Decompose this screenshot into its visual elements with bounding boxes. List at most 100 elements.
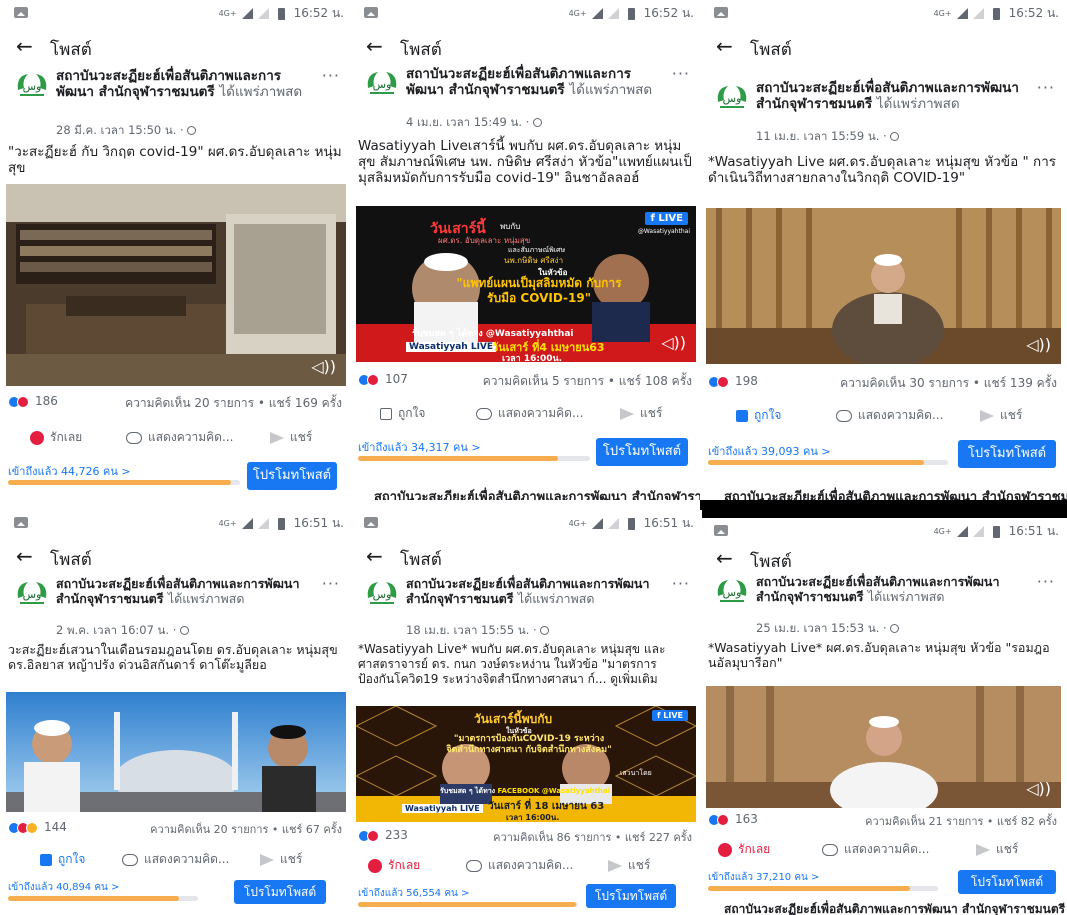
- back-arrow-icon[interactable]: ←: [16, 34, 33, 58]
- share-button[interactable]: แชร์: [980, 406, 1022, 425]
- promote-post-button[interactable]: โปรโมทโพสต์: [958, 870, 1056, 894]
- page-logo-icon[interactable]: وس: [712, 80, 752, 114]
- page-name[interactable]: สถาบันวะสะฏียะฮ์เพื่อสันติภาพและการพัฒนา…: [756, 80, 1033, 112]
- volume-icon[interactable]: ◁)): [661, 333, 686, 352]
- page-logo-icon[interactable]: وس: [12, 576, 52, 610]
- comment-button[interactable]: แสดงความคิด...: [476, 404, 583, 423]
- share-button[interactable]: แชร์: [620, 404, 662, 423]
- post-date: 25 เม.ย. เวลา 15:53 น. ·: [756, 620, 900, 638]
- post-video[interactable]: ◁)): [706, 686, 1061, 808]
- page-name[interactable]: สถาบันวะสะฏียะฮ์เพื่อสันติภาพและการพัฒนา…: [756, 574, 1033, 604]
- more-options-icon[interactable]: ···: [1037, 572, 1055, 591]
- share-button[interactable]: แชร์: [608, 856, 650, 875]
- reach-progress-bar: [358, 456, 590, 461]
- more-options-icon[interactable]: ···: [672, 64, 690, 83]
- back-arrow-icon[interactable]: ←: [716, 34, 733, 58]
- network-label: 4G+: [568, 9, 587, 18]
- comment-button[interactable]: แสดงความคิด...: [122, 850, 229, 869]
- back-arrow-icon[interactable]: ←: [716, 546, 733, 570]
- screenshot-post-5: 4G+ 16:51 น. ← โพสต์ وس สถาบันวะสะฏียะฮ์เ…: [350, 510, 702, 915]
- share-button[interactable]: แชร์: [976, 840, 1018, 859]
- gallery-icon: [714, 7, 728, 18]
- post-live-poster[interactable]: วันเสาร์นี้พบกับ ในหัวข้อ "มาตรการป้องกั…: [356, 706, 696, 822]
- poster-live-badge: f LIVE: [652, 710, 688, 721]
- react-button[interactable]: ถูกใจ: [380, 404, 425, 423]
- reaction-count[interactable]: 198: [735, 374, 758, 388]
- react-button[interactable]: รักเลย: [718, 840, 770, 859]
- promote-post-button[interactable]: โปรโมทโพสต์: [596, 438, 688, 466]
- react-button[interactable]: รักเลย: [368, 856, 420, 875]
- video-thumbnail: [706, 208, 1061, 364]
- comment-button[interactable]: แสดงความคิด...: [126, 428, 233, 447]
- comments-shares[interactable]: ความคิดเห็น 5 รายการ • แชร์ 108 ครั้ง: [483, 372, 692, 391]
- video-thumbnail: [706, 686, 1061, 808]
- reaction-count[interactable]: 144: [44, 820, 67, 834]
- react-button[interactable]: รักเลย: [30, 428, 82, 447]
- more-options-icon[interactable]: ···: [1037, 78, 1055, 97]
- reach-link[interactable]: เข้าถึงแล้ว 44,726 คน >: [8, 462, 131, 480]
- reach-progress-bar: [708, 886, 938, 891]
- page-name[interactable]: สถาบันวะสะฏียะฮ์เพื่อสันติภาพและการพัฒนา…: [406, 66, 668, 98]
- comments-shares[interactable]: ความคิดเห็น 86 รายการ • แชร์ 227 ครั้ง: [493, 828, 692, 846]
- volume-icon[interactable]: ◁)): [1026, 335, 1051, 354]
- post-date: 2 พ.ค. เวลา 16:07 น. ·: [56, 622, 190, 640]
- comments-shares[interactable]: ความคิดเห็น 30 รายการ • แชร์ 139 ครั้ง: [840, 374, 1057, 393]
- promote-post-button[interactable]: โปรโมทโพสต์: [958, 440, 1056, 468]
- page-title: โพสต์: [400, 40, 442, 60]
- reach-link[interactable]: เข้าถึงแล้ว 34,317 คน >: [358, 438, 481, 456]
- back-arrow-icon[interactable]: ←: [366, 34, 383, 58]
- promote-post-button[interactable]: โปรโมทโพสต์: [586, 884, 676, 908]
- screenshot-post-4: 4G+ 16:51 น. ← โพสต์ وس สถาบันวะสะฏียะฮ์เ…: [0, 510, 352, 915]
- comments-shares[interactable]: ความคิดเห็น 21 รายการ • แชร์ 82 ครั้ง: [865, 812, 1057, 830]
- post-video[interactable]: [6, 692, 346, 812]
- reaction-count[interactable]: 186: [35, 394, 58, 408]
- page-name[interactable]: สถาบันวะสะฏียะฮ์เพื่อสันติภาพและการพัฒนา…: [56, 576, 318, 606]
- comments-shares[interactable]: ความคิดเห็น 20 รายการ • แชร์ 169 ครั้ง: [125, 394, 342, 413]
- reach-link[interactable]: เข้าถึงแล้ว 37,210 คน >: [708, 870, 819, 885]
- app-header: ← โพสต์: [0, 540, 352, 574]
- more-options-icon[interactable]: ···: [322, 66, 340, 85]
- comment-button[interactable]: แสดงความคิด...: [466, 856, 573, 875]
- more-options-icon[interactable]: ···: [672, 574, 690, 593]
- reach-link[interactable]: เข้าถึงแล้ว 56,554 คน >: [358, 886, 469, 901]
- shared-suffix: ได้แพร่ภาพสด: [167, 591, 245, 606]
- post-video[interactable]: ◁)): [6, 184, 346, 386]
- promote-post-button[interactable]: โปรโมทโพสต์: [247, 462, 337, 490]
- gallery-icon: [364, 517, 378, 528]
- volume-icon[interactable]: ◁)): [1026, 779, 1051, 798]
- page-name[interactable]: สถาบันวะสะฏียะฮ์เพื่อสันติภาพและการพัฒนา…: [56, 68, 318, 100]
- comment-button[interactable]: แสดงความคิด...: [822, 840, 929, 859]
- react-button[interactable]: ถูกใจ: [736, 406, 781, 425]
- poster-strip-text: รับชมสด ๆ ได้ทาง FACEBOOK @Wasatiyyahtha…: [440, 787, 611, 795]
- reach-link[interactable]: เข้าถึงแล้ว 40,894 คน >: [8, 880, 119, 895]
- page-logo-icon[interactable]: وس: [362, 66, 402, 100]
- more-options-icon[interactable]: ···: [322, 574, 340, 593]
- reach-link[interactable]: เข้าถึงแล้ว 39,093 คน >: [708, 442, 831, 460]
- react-button[interactable]: ถูกใจ: [40, 850, 85, 869]
- post-date: 18 เม.ย. เวลา 15:55 น. ·: [406, 622, 550, 640]
- page-logo-icon[interactable]: وس: [362, 576, 402, 610]
- share-button[interactable]: แชร์: [260, 850, 302, 869]
- share-button[interactable]: แชร์: [270, 428, 312, 447]
- comment-button[interactable]: แสดงความคิด...: [836, 406, 943, 425]
- reach-progress-bar: [8, 896, 198, 901]
- post-live-poster[interactable]: วันเสาร์นี้ พบกับ ผศ.ดร. อับดุลเลาะ หนุ่…: [356, 206, 696, 362]
- promote-post-button[interactable]: โปรโมทโพสต์: [234, 880, 326, 904]
- page-title: โพสต์: [750, 40, 792, 60]
- comments-shares[interactable]: ความคิดเห็น 20 รายการ • แชร์ 67 ครั้ง: [150, 820, 342, 838]
- page-logo-icon[interactable]: وس: [712, 574, 752, 608]
- wifi-icon: [257, 518, 269, 529]
- wifi-icon: [972, 526, 984, 537]
- back-arrow-icon[interactable]: ←: [16, 544, 33, 568]
- page-logo-icon[interactable]: وس: [12, 68, 52, 102]
- reaction-count[interactable]: 107: [385, 372, 408, 386]
- heart-icon: [368, 858, 382, 873]
- reaction-count[interactable]: 163: [735, 812, 758, 826]
- next-post-header: สถาบันวะสะฏียะฮ์เพื่อสันติภาพและการพัฒนา…: [724, 490, 1067, 500]
- screenshot-post-6: 4G+ 16:51 น. ← โพสต์ وس สถาบันวะสะฏียะฮ์เ…: [700, 518, 1067, 915]
- page-name[interactable]: สถาบันวะสะฏียะฮ์เพื่อสันติภาพและการพัฒนา…: [406, 576, 668, 606]
- back-arrow-icon[interactable]: ←: [366, 544, 383, 568]
- post-video[interactable]: ◁)): [706, 208, 1061, 364]
- reaction-count[interactable]: 233: [385, 828, 408, 842]
- volume-icon[interactable]: ◁)): [311, 357, 336, 376]
